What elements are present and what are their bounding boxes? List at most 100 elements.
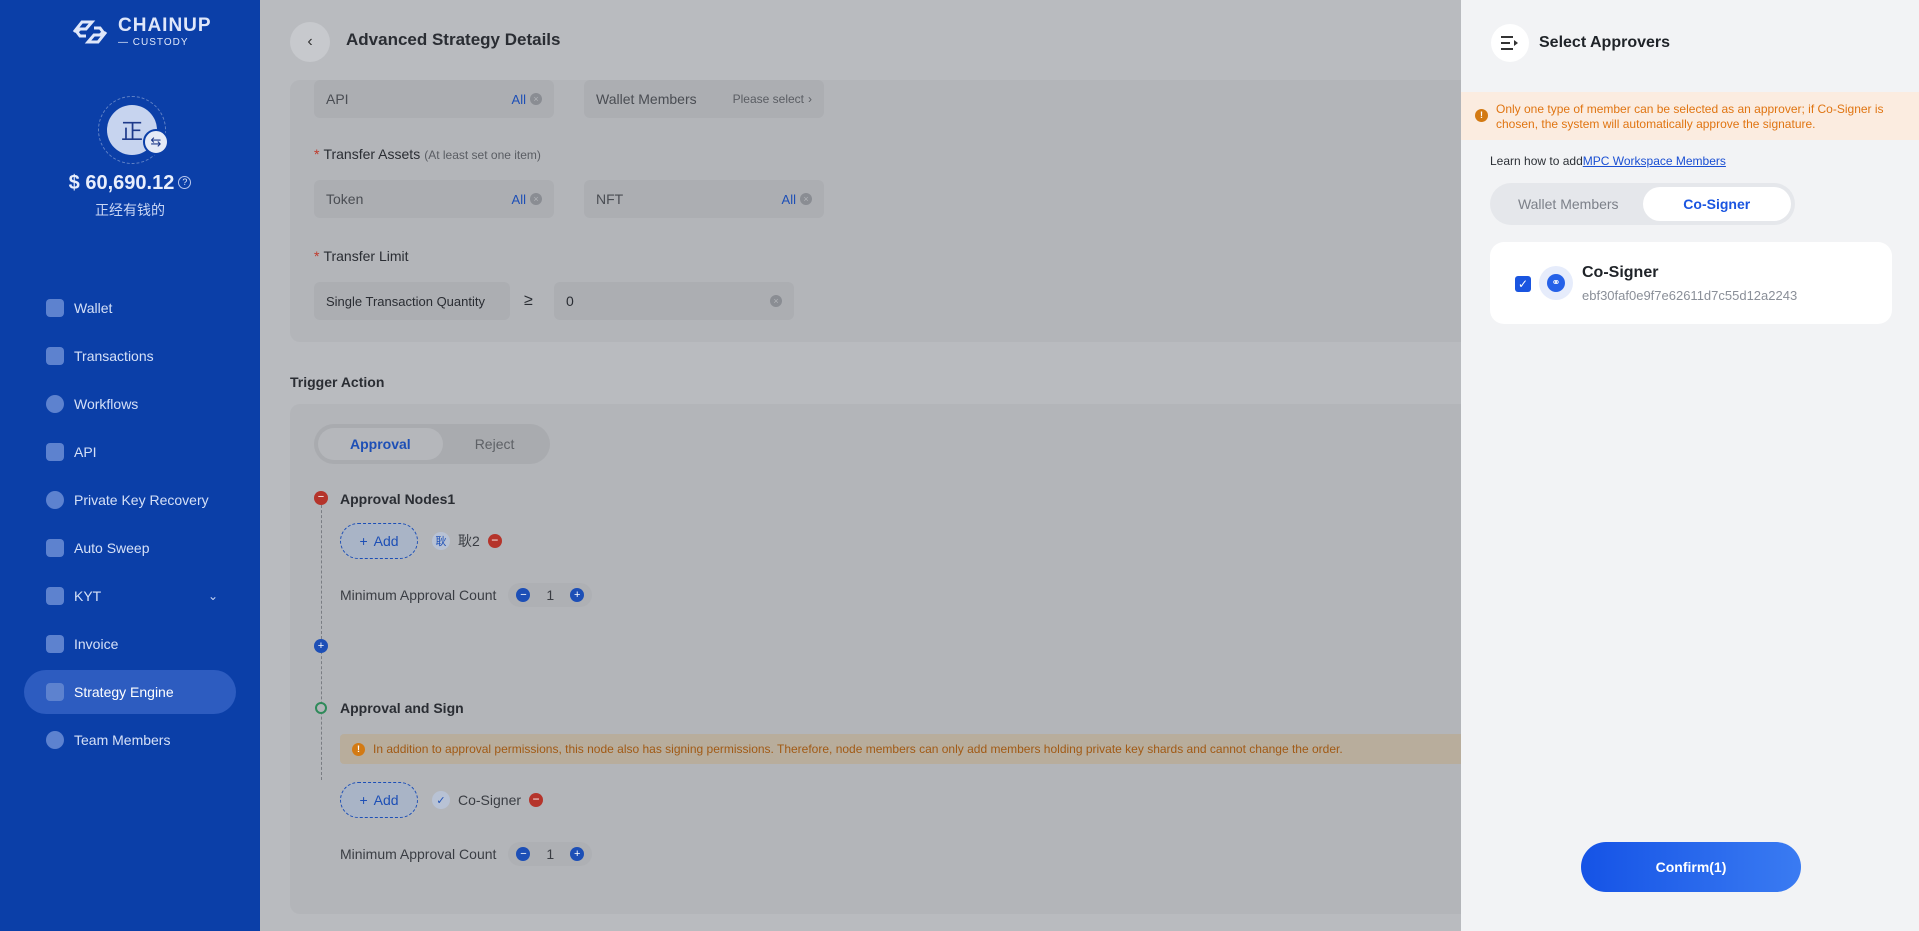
nft-label: NFT bbox=[596, 191, 624, 207]
help-icon[interactable]: ? bbox=[178, 176, 192, 189]
sidebar-item-strategy-engine[interactable]: Strategy Engine bbox=[24, 670, 236, 714]
increment-icon[interactable]: + bbox=[570, 588, 585, 602]
clear-icon[interactable]: × bbox=[530, 93, 542, 105]
api-value: All bbox=[511, 91, 526, 107]
sidebar-item-api[interactable]: API bbox=[24, 430, 236, 474]
transfer-assets-label: * Transfer Assets (At least set one item) bbox=[314, 146, 541, 162]
brand-logo[interactable]: CHAINUP — CUSTODY bbox=[68, 16, 212, 48]
invoice-icon bbox=[46, 635, 64, 653]
recovery-icon bbox=[46, 491, 64, 509]
sidebar-item-label: API bbox=[74, 444, 97, 460]
brand-name: CHAINUP bbox=[118, 15, 212, 36]
tab-approval[interactable]: Approval bbox=[318, 428, 443, 460]
add-node-icon[interactable]: + bbox=[314, 639, 328, 653]
limit-type-select[interactable]: Single Transaction Quantity bbox=[314, 282, 510, 320]
min-approval-stepper[interactable]: − 1 + bbox=[508, 583, 593, 607]
tab-reject[interactable]: Reject bbox=[443, 428, 547, 460]
min-approval-stepper[interactable]: − 1 + bbox=[508, 842, 593, 866]
clear-icon[interactable]: × bbox=[770, 295, 782, 307]
cosigner-name: Co-Signer bbox=[458, 792, 522, 808]
sidebar-item-transactions[interactable]: Transactions bbox=[24, 334, 236, 378]
chevron-down-icon: ⌄ bbox=[207, 589, 218, 603]
token-value: All bbox=[511, 191, 526, 207]
sidebar-item-wallet[interactable]: Wallet bbox=[24, 286, 236, 330]
token-select[interactable]: Token All × bbox=[314, 180, 554, 218]
workflows-icon bbox=[46, 395, 64, 413]
approval-node-1-title: Approval Nodes1 bbox=[340, 491, 456, 507]
menu-collapse-icon bbox=[1501, 36, 1518, 50]
tab-co-signer[interactable]: Co-Signer bbox=[1642, 187, 1791, 221]
sidebar-item-kyt[interactable]: KYT ⌄ bbox=[24, 574, 236, 618]
tab-wallet-members[interactable]: Wallet Members bbox=[1494, 187, 1643, 221]
avatar: 耿 bbox=[432, 532, 450, 550]
chevron-left-icon: ‹ bbox=[307, 33, 313, 50]
clear-icon[interactable]: × bbox=[530, 193, 542, 205]
co-signer-id: ebf30faf0e9f7e62611d7c55d12a2243 bbox=[1582, 288, 1798, 303]
api-select[interactable]: API All × bbox=[314, 80, 554, 118]
approval-sign-title: Approval and Sign bbox=[340, 700, 464, 716]
wallet-members-label: Wallet Members bbox=[596, 91, 697, 107]
min-approval-label: Minimum Approval Count bbox=[340, 846, 497, 862]
remove-member-icon[interactable]: − bbox=[487, 534, 502, 548]
approver-warning: ! Only one type of member can be selecte… bbox=[1461, 92, 1919, 140]
transfer-assets-hint: (At least set one item) bbox=[424, 148, 541, 162]
wallet-icon bbox=[46, 299, 64, 317]
mpc-workspace-members-link[interactable]: MPC Workspace Members bbox=[1583, 154, 1726, 168]
back-button[interactable]: ‹ bbox=[290, 22, 330, 62]
learn-prefix: Learn how to add bbox=[1490, 154, 1583, 168]
add-approver-button[interactable]: + Add bbox=[340, 523, 418, 559]
sidebar: CHAINUP — CUSTODY 正 ⇆ $ 60,690.12? 正经有钱的… bbox=[0, 0, 260, 931]
node-end-icon bbox=[315, 702, 327, 714]
warning-icon: ! bbox=[1475, 109, 1488, 122]
sweep-icon bbox=[46, 539, 64, 557]
warning-icon: ! bbox=[352, 742, 365, 756]
decrement-icon[interactable]: − bbox=[516, 847, 531, 861]
decrement-icon[interactable]: − bbox=[516, 588, 531, 602]
sidebar-item-label: Auto Sweep bbox=[74, 540, 150, 556]
sidebar-item-label: Strategy Engine bbox=[74, 684, 174, 700]
min-approval-value: 1 bbox=[546, 846, 555, 862]
transfer-limit-label: * Transfer Limit bbox=[314, 248, 409, 264]
add-label: Add bbox=[373, 533, 399, 549]
cosigner-chip: ✓ Co-Signer − bbox=[432, 786, 544, 814]
co-signer-checkbox[interactable]: ✓ bbox=[1515, 276, 1531, 292]
collapse-drawer-button[interactable] bbox=[1491, 24, 1529, 62]
sidebar-item-auto-sweep[interactable]: Auto Sweep bbox=[24, 526, 236, 570]
sidebar-item-label: Transactions bbox=[74, 348, 154, 364]
increment-icon[interactable]: + bbox=[570, 847, 585, 861]
plus-icon: + bbox=[359, 792, 368, 808]
balance-value: $ 60,690.12 bbox=[68, 172, 175, 194]
team-icon bbox=[46, 731, 64, 749]
remove-node-icon[interactable]: − bbox=[314, 491, 328, 505]
trigger-card bbox=[290, 404, 1490, 914]
sidebar-item-team-members[interactable]: Team Members bbox=[24, 718, 236, 762]
limit-value-input[interactable]: 0 × bbox=[554, 282, 794, 320]
drawer-title: Select Approvers bbox=[1539, 34, 1671, 51]
token-label: Token bbox=[326, 191, 364, 207]
page-title: Advanced Strategy Details bbox=[346, 30, 561, 49]
transactions-icon bbox=[46, 347, 64, 365]
confirm-button[interactable]: Confirm(1) bbox=[1581, 842, 1801, 892]
remove-member-icon[interactable]: − bbox=[529, 793, 544, 807]
approver-warning-text: Only one type of member can be selected … bbox=[1496, 102, 1884, 131]
brand-sub: — CUSTODY bbox=[118, 37, 189, 48]
clear-icon[interactable]: × bbox=[800, 193, 812, 205]
sidebar-item-label: KYT bbox=[74, 588, 102, 604]
sidebar-item-invoice[interactable]: Invoice bbox=[24, 622, 236, 666]
switch-account-icon[interactable]: ⇆ bbox=[143, 129, 169, 155]
strategy-icon bbox=[46, 683, 64, 701]
co-signer-option[interactable]: ✓ ⚭ Co-Signer ebf30faf0e9f7e62611d7c55d1… bbox=[1490, 242, 1892, 324]
learn-how-text: Learn how to addMPC Workspace Members bbox=[1490, 154, 1726, 168]
limit-type-value: Single Transaction Quantity bbox=[326, 293, 485, 309]
wallet-members-select[interactable]: Wallet Members Please select › bbox=[584, 80, 824, 118]
wallet-members-placeholder: Please select bbox=[732, 92, 804, 106]
co-signer-name: Co-Signer bbox=[1582, 264, 1659, 281]
nft-select[interactable]: NFT All × bbox=[584, 180, 824, 218]
add-signer-button[interactable]: + Add bbox=[340, 782, 418, 818]
sidebar-item-workflows[interactable]: Workflows bbox=[24, 382, 236, 426]
link-icon: ⚭ bbox=[1547, 274, 1565, 292]
sidebar-nav: Wallet Transactions Workflows API Privat… bbox=[24, 286, 236, 766]
select-approvers-drawer: Select Approvers ! Only one type of memb… bbox=[1461, 0, 1919, 931]
sidebar-item-private-key-recovery[interactable]: Private Key Recovery bbox=[24, 478, 236, 522]
trigger-tabs: Approval Reject bbox=[314, 424, 551, 464]
